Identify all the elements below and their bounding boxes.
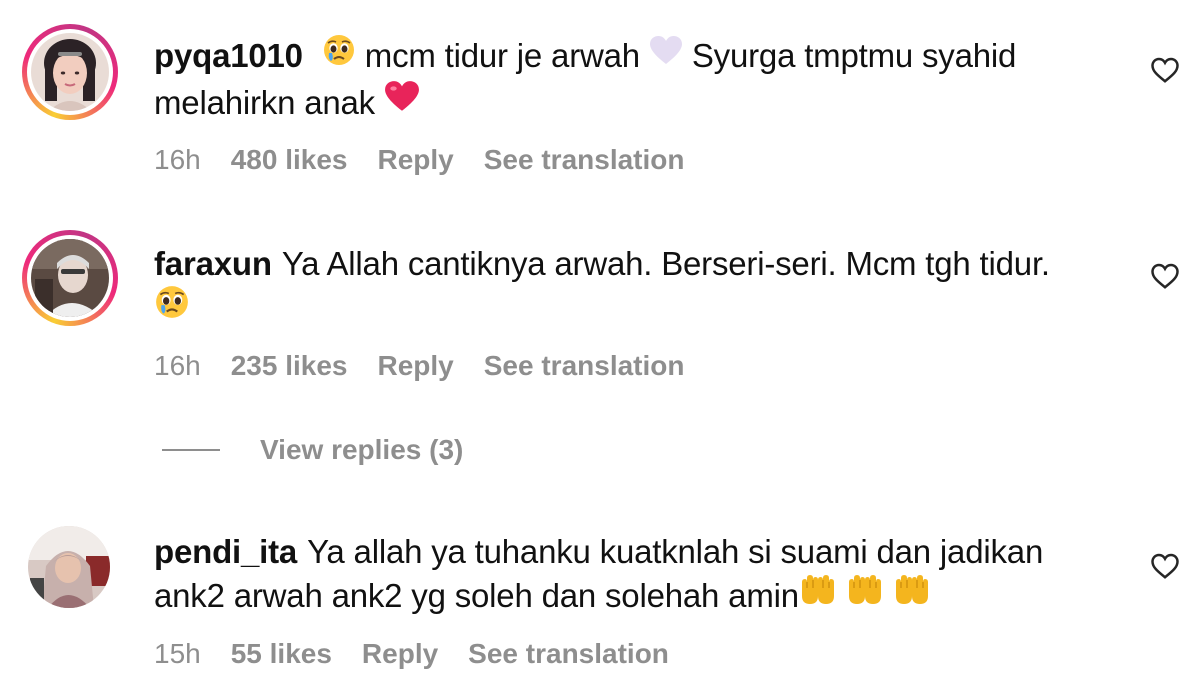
comment-body: pendi_ita Ya allah ya tuhanku kuatknlah s… bbox=[154, 530, 1114, 620]
comment-body: pyqa1010 mcm tidur je arwah Syurga tmptm… bbox=[154, 34, 1114, 127]
comment-time: 15h bbox=[154, 638, 201, 669]
comment-username[interactable]: pyqa1010 bbox=[154, 37, 303, 74]
avatar-story-ring[interactable] bbox=[22, 24, 118, 120]
comment-time: 16h bbox=[154, 144, 201, 175]
see-translation-button[interactable]: See translation bbox=[468, 638, 669, 670]
comment-username[interactable]: pendi_ita bbox=[154, 533, 297, 570]
view-replies-button[interactable]: View replies (3) bbox=[162, 434, 463, 466]
avatar[interactable] bbox=[28, 526, 110, 608]
comment-username[interactable]: faraxun bbox=[154, 245, 272, 282]
raising-hands-emoji bbox=[893, 573, 931, 617]
likes-count[interactable]: 235 likes bbox=[231, 350, 348, 382]
raising-hands-emoji bbox=[846, 573, 884, 617]
comment-meta: 16h 480 likes Reply See translation bbox=[154, 144, 684, 176]
pleading-face-emoji bbox=[154, 284, 190, 331]
comment-time: 16h bbox=[154, 350, 201, 381]
avatar bbox=[31, 33, 109, 111]
heart-outline-icon[interactable] bbox=[1150, 551, 1180, 581]
comment-text: Ya Allah cantiknya arwah. Berseri-seri. … bbox=[281, 245, 1050, 282]
see-translation-button[interactable]: See translation bbox=[484, 350, 685, 382]
heart-outline-icon[interactable] bbox=[1150, 261, 1180, 291]
heart-outline-icon[interactable] bbox=[1150, 55, 1180, 85]
reply-button[interactable]: Reply bbox=[362, 638, 438, 670]
divider-line bbox=[162, 449, 220, 451]
comment-meta: 15h 55 likes Reply See translation bbox=[154, 638, 669, 670]
reply-button[interactable]: Reply bbox=[378, 350, 454, 382]
reply-button[interactable]: Reply bbox=[378, 144, 454, 176]
avatar-story-ring[interactable] bbox=[22, 230, 118, 326]
see-translation-button[interactable]: See translation bbox=[484, 144, 685, 176]
comment-body: faraxun Ya Allah cantiknya arwah. Berseri… bbox=[154, 242, 1114, 334]
raising-hands-emoji bbox=[799, 573, 837, 617]
likes-count[interactable]: 55 likes bbox=[231, 638, 332, 670]
red-heart-emoji bbox=[384, 80, 420, 124]
comment-text-part: mcm tidur je arwah bbox=[364, 37, 640, 74]
pleading-face-emoji bbox=[322, 33, 356, 78]
likes-count[interactable]: 480 likes bbox=[231, 144, 348, 176]
avatar bbox=[31, 239, 109, 317]
comment-meta: 16h 235 likes Reply See translation bbox=[154, 350, 684, 382]
view-replies-label: View replies (3) bbox=[260, 434, 464, 465]
white-heart-emoji bbox=[649, 33, 683, 77]
